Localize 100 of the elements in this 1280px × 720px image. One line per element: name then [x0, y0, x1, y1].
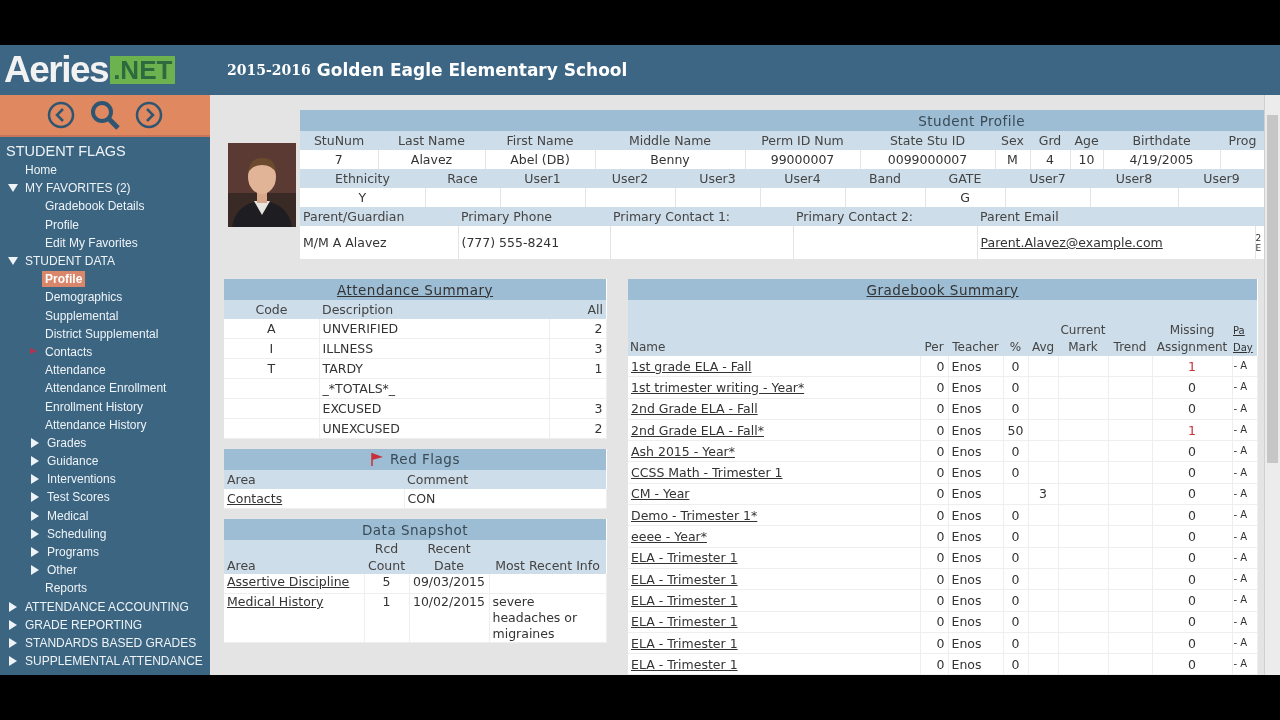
- table-cell: 0: [1003, 653, 1028, 675]
- table-cell: Enos: [948, 462, 1003, 484]
- column-header: User8: [1090, 169, 1178, 188]
- expand-arrow-icon[interactable]: [8, 619, 18, 630]
- search-icon[interactable]: [89, 99, 121, 131]
- expand-arrow-icon[interactable]: [30, 528, 40, 539]
- sidebar-item[interactable]: STUDENT DATA: [22, 253, 118, 270]
- back-icon[interactable]: [47, 101, 75, 129]
- sidebar-item[interactable]: Edit My Favorites: [42, 234, 141, 251]
- column-header: State Stu ID: [860, 131, 995, 150]
- table-cell: - A: [1232, 398, 1258, 420]
- expand-arrow-icon[interactable]: [30, 492, 40, 503]
- sidebar-item[interactable]: Supplemental: [42, 307, 122, 324]
- panel-title-link[interactable]: Gradebook Summary: [866, 281, 1019, 298]
- column-header: Primary Phone: [458, 207, 610, 226]
- table-cell: 0: [1003, 356, 1028, 377]
- sidebar-item[interactable]: SUPPLEMENTAL ATTENDANCE: [22, 653, 206, 670]
- sidebar-item[interactable]: Medical: [44, 507, 92, 524]
- course-link[interactable]: CM - Year: [631, 486, 690, 502]
- table-cell: 0: [920, 568, 948, 590]
- course-link[interactable]: ELA - Trimester 1: [631, 635, 738, 651]
- table-cell: 1: [1152, 419, 1232, 441]
- table-cell: 09/03/2015: [409, 574, 489, 594]
- course-link[interactable]: Ash 2015 - Year*: [631, 443, 735, 459]
- sidebar-item[interactable]: Test Scores: [44, 489, 113, 506]
- sidebar-item[interactable]: Guidance: [44, 453, 102, 470]
- expand-arrow-icon[interactable]: [30, 437, 40, 448]
- table-cell: Enos: [948, 398, 1003, 420]
- course-link[interactable]: 1st grade ELA - Fall: [631, 358, 752, 374]
- expand-arrow-icon[interactable]: [8, 656, 18, 667]
- sidebar-item[interactable]: Scheduling: [44, 525, 110, 542]
- sidebar-item[interactable]: Enrollment History: [42, 398, 147, 415]
- course-link[interactable]: eeee - Year*: [631, 529, 707, 544]
- area-link[interactable]: Contacts: [227, 491, 283, 506]
- sidebar-item[interactable]: Attendance Enrollment: [42, 380, 170, 397]
- expand-arrow-icon[interactable]: [8, 601, 18, 612]
- sidebar-item[interactable]: District Supplemental: [42, 325, 162, 342]
- table-cell: - A: [1232, 547, 1258, 569]
- sidebar-item[interactable]: Home: [22, 162, 60, 179]
- panel-title: Student Profile: [918, 112, 1026, 129]
- sidebar-item[interactable]: Other: [44, 562, 80, 579]
- table-cell: 5: [364, 574, 409, 594]
- sidebar-item[interactable]: Reports: [42, 580, 91, 597]
- forward-icon[interactable]: [135, 101, 163, 129]
- sidebar-item[interactable]: Interventions: [44, 471, 119, 488]
- table-cell: 0: [1003, 376, 1028, 399]
- course-link[interactable]: 2nd Grade ELA - Fall: [631, 401, 758, 417]
- sidebar-item[interactable]: Contacts: [42, 343, 96, 360]
- column-header: Middle Name: [595, 131, 745, 150]
- scrollbar[interactable]: [1264, 95, 1280, 675]
- course-link[interactable]: ELA - Trimester 1: [631, 571, 738, 587]
- sidebar-item[interactable]: MY FAVORITES (2): [22, 180, 134, 197]
- course-link[interactable]: ELA - Trimester 1: [631, 550, 738, 566]
- column-header: Age: [1070, 131, 1103, 150]
- table-cell: 0: [1003, 462, 1028, 484]
- expand-arrow-icon[interactable]: [30, 510, 40, 521]
- table-cell: - A: [1232, 653, 1258, 675]
- collapse-arrow-icon[interactable]: [8, 256, 18, 267]
- logo: Aeries: [4, 49, 109, 91]
- panel-title: Data Snapshot: [361, 521, 469, 538]
- course-link[interactable]: CCSS Math - Trimester 1: [631, 465, 783, 481]
- sidebar-item[interactable]: GRADE REPORTING: [22, 616, 146, 633]
- sidebar-title[interactable]: STUDENT FLAGS: [0, 142, 210, 161]
- column-header: Missing Assignment: [1152, 300, 1232, 356]
- table-cell: 0: [1003, 632, 1028, 654]
- sidebar-item[interactable]: Profile: [42, 216, 82, 233]
- course-link[interactable]: ELA - Trimester 1: [631, 592, 738, 608]
- area-link[interactable]: Assertive Discipline: [227, 574, 350, 589]
- table-cell: 0: [1152, 568, 1232, 590]
- course-link[interactable]: 2nd Grade ELA - Fall*: [631, 422, 764, 438]
- expand-arrow-icon[interactable]: [30, 474, 40, 485]
- column-header: Most Recent Info: [489, 540, 606, 574]
- expand-arrow-icon[interactable]: [30, 547, 40, 558]
- table-cell: 0: [1152, 611, 1232, 633]
- sidebar-item[interactable]: Gradebook Details: [42, 198, 148, 215]
- sidebar-item[interactable]: Attendance History: [42, 416, 150, 433]
- collapse-arrow-icon[interactable]: [8, 183, 18, 194]
- table-cell: Enos: [948, 589, 1003, 612]
- table-cell: _*TOTALS*_: [319, 378, 549, 399]
- sidebar-item[interactable]: Programs: [44, 544, 102, 561]
- table-cell: TARDY: [319, 358, 549, 379]
- course-link[interactable]: ELA - Trimester 1: [631, 656, 738, 672]
- table-cell: Enos: [948, 504, 1003, 526]
- sidebar-item[interactable]: ATTENDANCE ACCOUNTING: [22, 598, 192, 615]
- email-link[interactable]: Parent.Alavez@example.com: [980, 235, 1163, 250]
- sidebar-item[interactable]: Attendance: [42, 362, 109, 379]
- sidebar-item[interactable]: Demographics: [42, 289, 126, 306]
- course-link[interactable]: 1st trimester writing - Year*: [631, 379, 805, 395]
- expand-arrow-icon[interactable]: [30, 456, 40, 467]
- column-header: User4: [760, 169, 845, 188]
- course-link[interactable]: ELA - Trimester 1: [631, 614, 738, 630]
- table-cell: 10/02/2015: [409, 593, 489, 643]
- sidebar-item[interactable]: STANDARDS BASED GRADES: [22, 634, 200, 651]
- sidebar-item[interactable]: Grades: [44, 434, 90, 451]
- course-link[interactable]: Demo - Trimester 1*: [631, 507, 758, 523]
- table-cell: Enos: [948, 525, 1003, 548]
- expand-arrow-icon[interactable]: [30, 565, 40, 576]
- area-link[interactable]: Medical History: [227, 594, 324, 609]
- expand-arrow-icon[interactable]: [8, 637, 18, 648]
- table-cell: severe headaches or migraines: [489, 593, 606, 643]
